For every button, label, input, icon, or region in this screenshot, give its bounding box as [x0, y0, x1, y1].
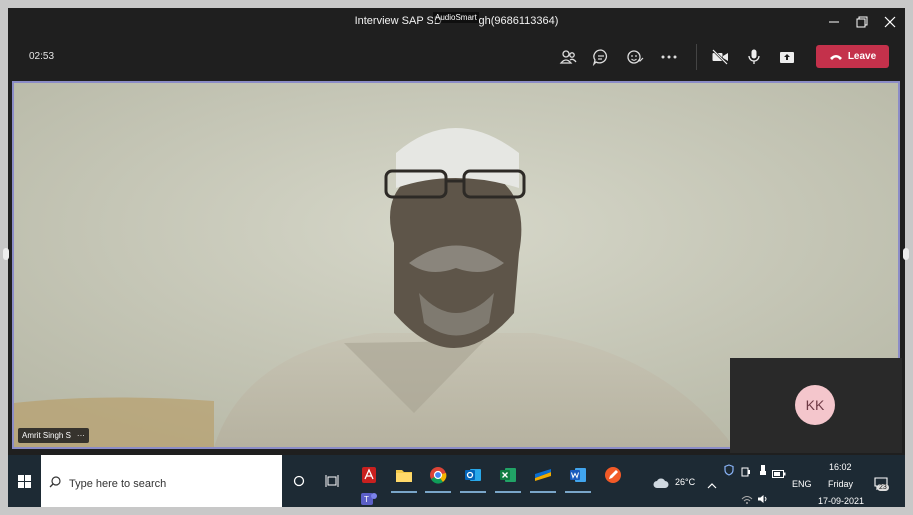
tray-security-icon[interactable] — [724, 463, 734, 481]
participant-name: Amrit Singh S — [22, 431, 71, 440]
clock-time: 16:02 — [829, 462, 852, 472]
weather-temperature: 26°C — [675, 477, 696, 487]
search-icon — [49, 476, 61, 488]
sap-logon-icon — [535, 469, 551, 481]
weather-widget[interactable]: 26°C — [653, 476, 695, 494]
audiosmart-tag: AudioSmart — [433, 12, 479, 23]
participant-name-tag: Amrit Singh S ··· — [18, 428, 89, 443]
windows-logo-icon — [18, 475, 31, 488]
cortana-button[interactable] — [285, 467, 313, 495]
battery-icon — [772, 470, 786, 478]
input-language[interactable]: ENG — [792, 479, 812, 489]
pencil-app-icon — [605, 467, 621, 483]
active-indicator — [530, 491, 556, 493]
taskbar-app-sap[interactable] — [529, 461, 557, 493]
teams-meeting-window: Interview SAP SD gh(9686113364) AudioSma… — [8, 8, 905, 507]
search-placeholder: Type here to search — [69, 478, 167, 490]
outlook-icon — [465, 469, 481, 481]
more-icon — [661, 55, 677, 59]
more-actions-button[interactable] — [657, 45, 681, 69]
resize-handle-right[interactable] — [903, 248, 909, 260]
avatar: KK — [795, 385, 835, 425]
camera-toggle-button[interactable] — [708, 45, 732, 69]
clock-day: Friday — [828, 479, 854, 489]
reactions-icon — [627, 50, 644, 64]
start-button[interactable] — [18, 475, 31, 493]
chrome-icon — [430, 467, 447, 484]
shield-icon — [724, 464, 734, 476]
title-bar: Interview SAP SD gh(9686113364) AudioSma… — [8, 8, 905, 36]
taskbar-search-box[interactable]: Type here to search — [41, 455, 282, 507]
taskbar-app-chrome[interactable] — [424, 461, 452, 493]
acrobat-icon — [362, 467, 376, 483]
active-indicator — [425, 491, 451, 493]
taskbar-app-teams[interactable]: T — [355, 485, 383, 513]
active-indicator — [391, 491, 417, 493]
share-icon — [780, 52, 794, 63]
close-icon — [884, 16, 896, 28]
teams-icon: T — [361, 493, 377, 505]
share-button[interactable] — [775, 45, 799, 69]
windows-taskbar: Type here to search T 26°C ENG 16:02 Fri… — [8, 455, 905, 507]
leave-label: Leave — [847, 51, 877, 62]
taskbar-app-pencil[interactable] — [599, 461, 627, 489]
restore-icon — [856, 16, 868, 28]
taskbar-app-word[interactable] — [564, 461, 592, 493]
cloud-icon — [653, 478, 669, 488]
camera-off-icon — [712, 49, 728, 65]
participants-button[interactable] — [556, 45, 580, 69]
resize-handle-left[interactable] — [3, 248, 9, 260]
notification-center-button[interactable]: 23 — [874, 477, 889, 495]
tray-wifi-icon[interactable] — [741, 492, 753, 510]
taskbar-app-outlook[interactable] — [459, 461, 487, 493]
tray-battery-icon[interactable] — [772, 465, 786, 483]
close-button[interactable] — [876, 12, 904, 32]
notification-count-badge: 23 — [877, 484, 889, 491]
self-preview-tile: KK — [730, 358, 902, 453]
participant-more-button[interactable]: ··· — [77, 431, 85, 440]
word-icon — [570, 468, 586, 482]
chevron-up-icon — [707, 483, 717, 489]
tray-device-icon[interactable] — [741, 464, 751, 482]
volume-icon — [758, 495, 767, 503]
taskbar-app-file-explorer[interactable] — [390, 461, 418, 493]
device-icon — [741, 467, 750, 477]
mic-icon — [748, 49, 760, 64]
participants-icon — [559, 50, 577, 64]
minimize-icon — [829, 21, 839, 23]
taskbar-app-excel[interactable] — [494, 461, 522, 493]
svg-text:T: T — [364, 495, 369, 504]
excel-icon — [500, 468, 516, 482]
usb-icon — [760, 465, 766, 475]
task-view-icon — [325, 475, 339, 487]
task-view-button[interactable] — [318, 467, 346, 495]
minimize-button[interactable] — [820, 12, 848, 32]
chat-icon — [592, 49, 608, 66]
toolbar-divider — [696, 44, 697, 70]
cortana-icon — [293, 475, 305, 487]
tray-volume-icon[interactable] — [757, 491, 769, 509]
active-indicator — [565, 491, 591, 493]
tray-usb-icon[interactable] — [758, 463, 768, 481]
folder-icon — [396, 470, 412, 482]
leave-button[interactable]: Leave — [816, 45, 889, 68]
meeting-timer: 02:53 — [29, 51, 55, 62]
chat-button[interactable] — [589, 45, 613, 69]
meeting-toolbar: 02:53 Leave — [8, 36, 905, 78]
hang-up-icon — [829, 54, 842, 60]
reactions-button[interactable] — [623, 45, 647, 69]
active-indicator — [495, 491, 521, 493]
restore-button[interactable] — [848, 12, 876, 32]
mic-toggle-button[interactable] — [742, 45, 766, 69]
active-indicator — [460, 491, 486, 493]
tray-chevron-button[interactable] — [707, 477, 717, 495]
wifi-icon — [741, 496, 753, 504]
clock-date: 17-09-2021 — [818, 496, 865, 506]
